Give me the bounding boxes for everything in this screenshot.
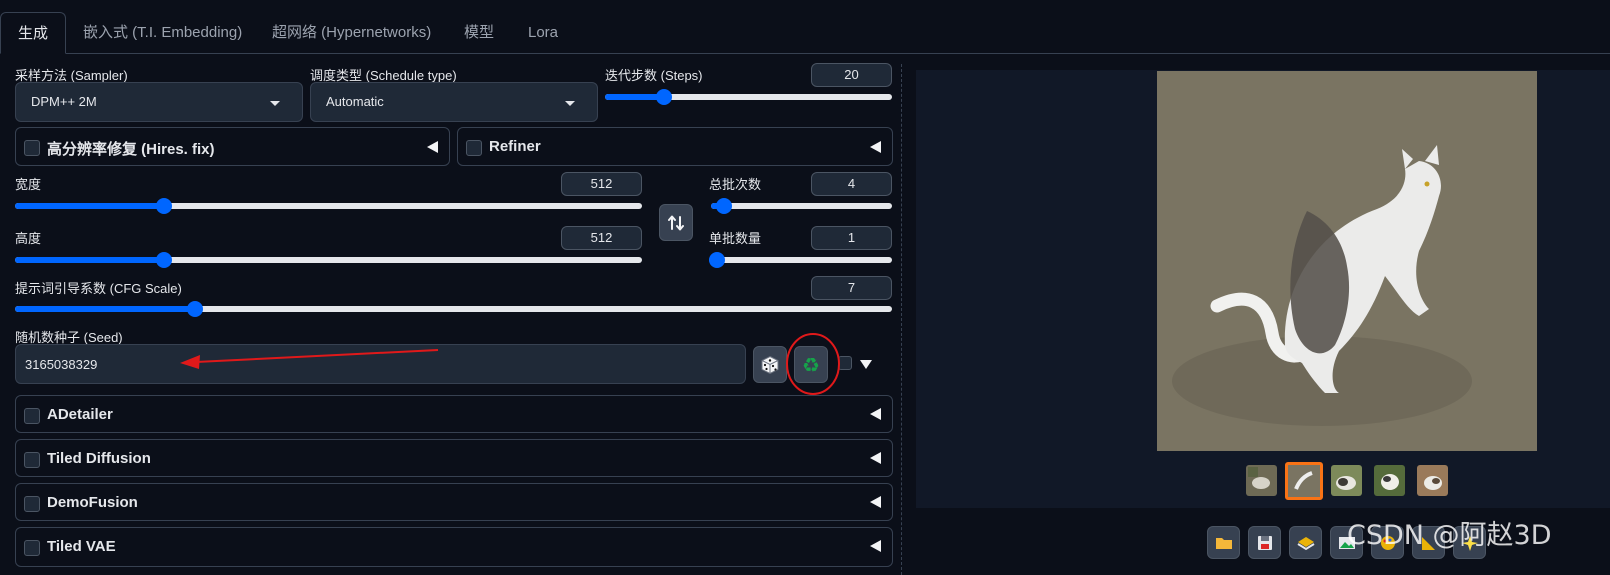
demofusion-title: DemoFusion: [47, 494, 138, 511]
tiled-vae-title: Tiled VAE: [47, 538, 116, 555]
thumbnail-image-icon: [1417, 465, 1448, 496]
zip-button[interactable]: [1289, 526, 1322, 559]
thumbnail-image-icon: [1331, 465, 1362, 496]
cat-image-icon: [1157, 71, 1537, 451]
demofusion-checkbox[interactable]: [24, 496, 40, 512]
open-folder-button[interactable]: [1207, 526, 1240, 559]
tiled-diffusion-title: Tiled Diffusion: [47, 450, 151, 467]
tiled-diffusion-accordion[interactable]: Tiled Diffusion: [15, 439, 893, 477]
tiled-diffusion-checkbox[interactable]: [24, 452, 40, 468]
thumbnail-image-icon: [1374, 465, 1405, 496]
adetailer-accordion[interactable]: ADetailer: [15, 395, 893, 433]
annotation-circle: [786, 333, 840, 395]
thumbnail-4[interactable]: [1374, 465, 1405, 496]
thumbnail-image-icon: [1288, 465, 1320, 497]
annotation-arrow-head: [180, 355, 200, 369]
collapse-triangle-icon[interactable]: [870, 496, 881, 508]
thumbnail-3[interactable]: [1331, 465, 1362, 496]
folder-icon: [1215, 537, 1232, 549]
collapse-triangle-icon[interactable]: [870, 452, 881, 464]
collapse-triangle-icon[interactable]: [870, 408, 881, 420]
tiled-vae-checkbox[interactable]: [24, 540, 40, 556]
annotation-arrow-line: [195, 349, 439, 363]
column-divider: [901, 64, 902, 575]
thumbnail-2-selected[interactable]: [1285, 462, 1323, 500]
adetailer-title: ADetailer: [47, 406, 113, 423]
thumbnail-1[interactable]: [1246, 465, 1277, 496]
save-button[interactable]: [1248, 526, 1281, 559]
tiled-vae-accordion[interactable]: Tiled VAE: [15, 527, 893, 567]
generated-image-cat[interactable]: [1157, 71, 1537, 451]
annotation-overlay: [180, 333, 840, 395]
collapse-triangle-icon[interactable]: [870, 540, 881, 552]
demofusion-accordion[interactable]: DemoFusion: [15, 483, 893, 521]
thumbnail-5[interactable]: [1417, 465, 1448, 496]
watermark-text: CSDN @阿赵3D: [1347, 520, 1552, 551]
adetailer-checkbox[interactable]: [24, 408, 40, 424]
zip-icon: [1296, 536, 1315, 550]
save-icon: [1257, 535, 1272, 550]
thumbnail-image-icon: [1246, 465, 1277, 496]
